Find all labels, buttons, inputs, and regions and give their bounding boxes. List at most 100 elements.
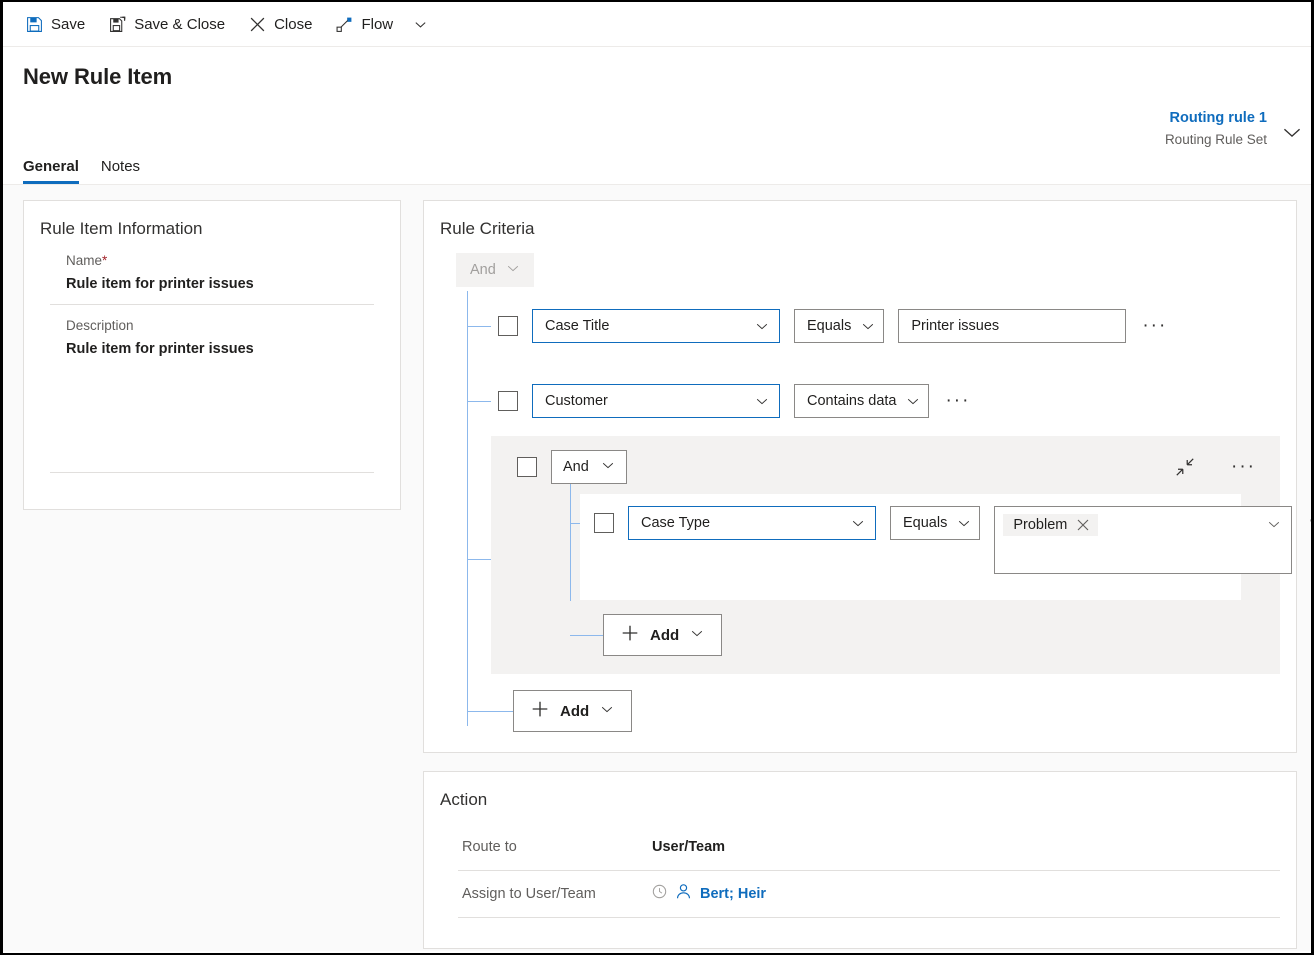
criteria-operator-label: Equals — [807, 318, 852, 334]
save-button-label: Save — [51, 15, 86, 33]
tab-notes-label: Notes — [100, 158, 141, 175]
close-button[interactable]: Close — [237, 5, 324, 43]
criteria-row-more-button[interactable]: ··· — [1306, 511, 1311, 530]
criteria-operator-dropdown[interactable]: Contains data — [794, 384, 930, 418]
save-and-close-button-label: Save & Close — [134, 15, 226, 33]
field-divider — [50, 304, 374, 305]
criteria-add-button-label: Add — [560, 702, 590, 720]
group-operator-dropdown[interactable]: And — [551, 450, 627, 484]
rule-criteria-tree: And Case Title Equals Printer issues ···… — [440, 253, 1311, 732]
assign-to-label: Assign to User/Team — [462, 886, 596, 902]
flow-button-label: Flow — [361, 15, 394, 33]
criteria-add-button[interactable]: Add — [513, 690, 633, 732]
group-trunk-line — [570, 484, 571, 601]
close-x-icon[interactable] — [1077, 519, 1089, 531]
criteria-row-more-button[interactable]: ··· — [1140, 316, 1169, 335]
tree-branch-line — [467, 326, 491, 327]
related-record-link[interactable]: Routing rule 1 — [1165, 109, 1267, 128]
chevron-down-icon — [690, 626, 704, 644]
description-field-value[interactable]: Rule item for printer issues — [66, 341, 384, 369]
criteria-operator-dropdown[interactable]: Equals — [794, 309, 885, 343]
criteria-attribute-dropdown[interactable]: Case Title — [532, 309, 780, 343]
recent-clock-icon — [652, 884, 667, 904]
rule-criteria-title: Rule Criteria — [440, 219, 535, 238]
chevron-down-icon[interactable] — [1267, 517, 1281, 536]
criteria-row-card: Case Type Equals Problem — [570, 494, 1311, 600]
tree-trunk-line — [467, 291, 468, 726]
action-divider-bottom — [458, 917, 1280, 918]
assign-to-person-name[interactable]: Bert; Heir — [700, 886, 766, 902]
chevron-down-icon — [600, 702, 614, 720]
chevron-down-icon — [851, 516, 865, 530]
command-bar-overflow-chevron-down-icon[interactable] — [405, 5, 436, 43]
criteria-group-checkbox[interactable] — [517, 457, 537, 477]
criteria-group-header: And ··· — [491, 450, 1280, 484]
name-field-label: Name* — [66, 253, 384, 268]
form-body: Rule Item Information Name* Rule item fo… — [3, 185, 1311, 951]
plus-icon — [531, 700, 549, 722]
route-to-value[interactable]: User/Team — [652, 839, 725, 855]
save-and-close-button[interactable]: Save & Close — [97, 5, 237, 43]
close-x-icon — [249, 16, 266, 33]
tab-general-label: General — [23, 158, 79, 175]
save-and-close-icon — [109, 16, 126, 33]
flow-button[interactable]: Flow — [324, 5, 405, 43]
command-bar: Save Save & Close Close Flow — [3, 2, 1311, 47]
name-field-value[interactable]: Rule item for printer issues — [66, 276, 384, 304]
chevron-down-icon — [755, 394, 769, 408]
criteria-row-more-button[interactable]: ··· — [943, 391, 972, 410]
root-operator-dropdown[interactable]: And — [456, 253, 534, 287]
criteria-attribute-label: Case Title — [545, 318, 610, 334]
plus-icon — [621, 624, 639, 646]
tree-branch-line — [467, 711, 513, 712]
name-required-marker: * — [102, 253, 108, 268]
tab-general[interactable]: General — [23, 158, 79, 184]
flow-icon — [336, 16, 353, 33]
action-title: Action — [440, 790, 488, 809]
related-record-summary: Routing rule 1 Routing Rule Set — [1165, 109, 1267, 149]
save-button[interactable]: Save — [14, 5, 97, 43]
criteria-value-multiselect[interactable]: Problem — [994, 506, 1293, 574]
criteria-row: Case Title Equals Printer issues ··· — [467, 307, 1280, 345]
criteria-row-checkbox[interactable] — [594, 513, 614, 533]
criteria-row-checkbox[interactable] — [498, 316, 518, 336]
criteria-row-checkbox[interactable] — [498, 391, 518, 411]
criteria-attribute-dropdown[interactable]: Case Type — [628, 506, 876, 540]
tree-branch-line — [467, 401, 491, 402]
criteria-attribute-dropdown[interactable]: Customer — [532, 384, 780, 418]
person-icon — [675, 883, 692, 905]
chevron-down-icon — [601, 458, 615, 476]
tree-branch-line — [570, 523, 580, 524]
form-tabs: General Notes — [23, 158, 140, 184]
collapse-icon[interactable] — [1175, 457, 1195, 477]
criteria-operator-label: Contains data — [807, 393, 897, 409]
tab-notes[interactable]: Notes — [101, 158, 140, 184]
name-label-text: Name — [66, 253, 103, 268]
description-field-label: Description — [66, 318, 134, 333]
assign-to-row: Assign to User/Team Bert; Heir — [440, 871, 1280, 917]
action-card: Action Route to User/Team Assign to User… — [423, 771, 1297, 949]
record-form-window: Save Save & Close Close Flow New Rule It… — [0, 0, 1314, 955]
tree-branch-line — [570, 635, 603, 636]
criteria-add-button-wrapper: Add — [467, 690, 1280, 732]
save-icon — [26, 16, 43, 33]
group-add-button-label: Add — [650, 626, 680, 644]
rule-criteria-card: Rule Criteria And Case Title Equals Prin… — [423, 200, 1311, 753]
description-divider — [50, 472, 374, 473]
criteria-group-more-button[interactable]: ··· — [1229, 457, 1258, 476]
criteria-value-input[interactable]: Printer issues — [898, 309, 1127, 343]
root-operator-label: And — [470, 262, 496, 278]
criteria-value-text: Printer issues — [911, 318, 1000, 334]
chevron-down-icon — [906, 394, 920, 408]
tree-branch-line — [467, 559, 491, 560]
group-add-button[interactable]: Add — [603, 614, 723, 656]
chevron-down-icon — [957, 516, 971, 530]
criteria-operator-dropdown[interactable]: Equals — [890, 506, 981, 540]
page-title: New Rule Item — [23, 64, 173, 89]
right-column: Rule Criteria And Case Title Equals Prin… — [423, 200, 1311, 951]
chevron-down-icon — [755, 319, 769, 333]
close-button-label: Close — [274, 15, 313, 33]
criteria-attribute-label: Customer — [545, 393, 608, 409]
header-expand-chevron-down-icon[interactable] — [1281, 121, 1303, 148]
assign-to-value[interactable]: Bert; Heir — [652, 883, 766, 905]
